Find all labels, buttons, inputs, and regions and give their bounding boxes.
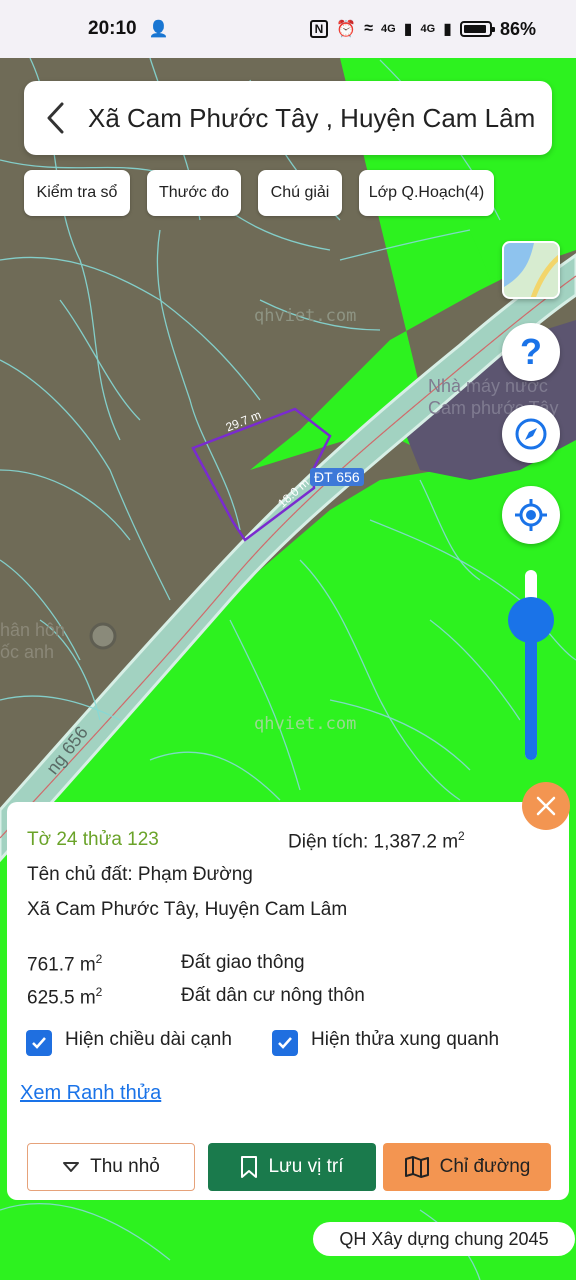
- triangle-down-icon: [63, 1162, 80, 1172]
- planning-layer-badge[interactable]: QH Xây dựng chung 2045: [313, 1222, 575, 1256]
- parcel-area: Diện tích: 1,387.2 m2: [288, 829, 465, 853]
- land-use-type-2: Đất dân cư nông thôn: [181, 985, 365, 1006]
- question-icon: ?: [520, 331, 542, 372]
- land-use-area-2-value: 625.5 m: [27, 987, 96, 1009]
- basemap-layer-button[interactable]: [502, 241, 560, 299]
- signal-bars-icon-1: ▮: [403, 21, 413, 38]
- poi-label-left-2: ốc anh: [0, 642, 55, 662]
- owner-name: Tên chủ đất: Phạm Đường: [27, 864, 253, 885]
- crosshair-icon: [515, 499, 547, 531]
- watermark-top: qhviet.com: [254, 306, 357, 326]
- my-location-button[interactable]: [502, 486, 560, 544]
- directions-label: Chỉ đường: [439, 1156, 531, 1177]
- parcel-id: Tờ 24 thửa 123: [27, 829, 159, 850]
- map-icon: [404, 1156, 429, 1178]
- checkmark-icon: [32, 1037, 46, 1049]
- legend-chip[interactable]: Chú giải: [258, 170, 342, 216]
- measure-chip[interactable]: Thước đo: [147, 170, 241, 216]
- show-neighbors-checkbox[interactable]: [272, 1030, 298, 1056]
- land-use-area-1: 761.7 m2: [27, 952, 102, 976]
- back-arrow-icon: [47, 102, 64, 134]
- show-edge-length-checkbox[interactable]: [26, 1030, 52, 1056]
- back-button[interactable]: [24, 81, 88, 155]
- battery-percent: 86%: [499, 18, 536, 39]
- status-icons: N ⏰ ≈ 4G ▮ 4G ▮ 86%: [309, 18, 536, 40]
- poi-label-left-1: hân hôn: [0, 620, 66, 640]
- show-edge-length-label[interactable]: Hiện chiều dài cạnh: [65, 1029, 232, 1051]
- map-thumbnail-icon: [504, 243, 558, 297]
- check-book-chip[interactable]: Kiểm tra sổ: [24, 170, 130, 216]
- land-use-type-1: Đất giao thông: [181, 952, 305, 973]
- planning-layer-chip[interactable]: Lớp Q.Hoạch(4): [359, 170, 494, 216]
- help-button[interactable]: ?: [502, 323, 560, 381]
- status-bar: 20:10 👤 N ⏰ ≈ 4G ▮ 4G ▮ 86%: [0, 0, 576, 58]
- area-unit-sup: 2: [458, 829, 465, 843]
- land-use-area-2-sup: 2: [95, 985, 103, 999]
- signal-icon-1: 4G: [380, 23, 396, 35]
- location-title: Xã Cam Phước Tây , Huyện Cam Lâm: [88, 102, 536, 133]
- compass-button[interactable]: [502, 405, 560, 463]
- checkmark-icon: [278, 1037, 292, 1049]
- signal-icon-2: 4G: [420, 23, 436, 35]
- view-boundary-link[interactable]: Xem Ranh thửa: [20, 1082, 161, 1105]
- save-location-button[interactable]: Lưu vị trí: [208, 1143, 376, 1191]
- bookmark-icon: [241, 1156, 258, 1178]
- shrink-button-label: Thu nhỏ: [90, 1156, 160, 1177]
- location-header: Xã Cam Phước Tây , Huyện Cam Lâm: [24, 81, 552, 155]
- status-time: 20:10: [88, 18, 137, 39]
- directions-button[interactable]: Chỉ đường: [383, 1143, 551, 1191]
- compass-icon: [515, 418, 547, 450]
- battery-icon: [459, 21, 495, 37]
- shrink-button[interactable]: Thu nhỏ: [27, 1143, 195, 1191]
- land-use-area-1-sup: 2: [95, 952, 103, 966]
- nfc-icon: N: [309, 20, 329, 38]
- watermark-bottom: qhviet.com: [254, 714, 357, 734]
- show-neighbors-label[interactable]: Hiện thửa xung quanh: [311, 1029, 499, 1051]
- land-use-area-2: 625.5 m2: [27, 985, 102, 1009]
- alarm-icon: ⏰: [336, 21, 357, 38]
- opacity-slider-handle[interactable]: [508, 597, 554, 643]
- signal-bars-icon-2: ▮: [443, 21, 452, 38]
- parcel-address: Xã Cam Phước Tây, Huyện Cam Lâm: [27, 899, 348, 920]
- close-panel-button[interactable]: [522, 782, 570, 830]
- poi-pin: [89, 622, 117, 650]
- close-icon: [536, 796, 556, 816]
- parcel-area-value: Diện tích: 1,387.2 m: [288, 831, 459, 853]
- wifi-icon: ≈: [364, 20, 373, 37]
- land-use-area-1-value: 761.7 m: [27, 954, 96, 976]
- save-location-label: Lưu vị trí: [268, 1156, 344, 1177]
- user-add-icon: 👤: [148, 21, 169, 38]
- road-badge: ĐT 656: [310, 468, 364, 486]
